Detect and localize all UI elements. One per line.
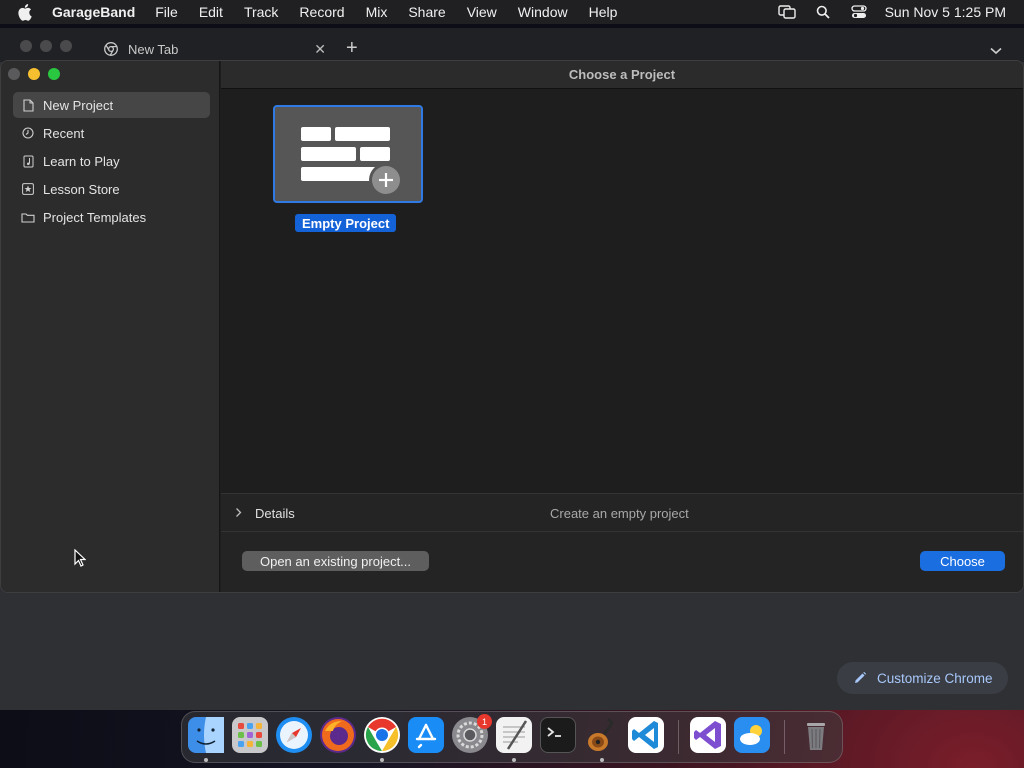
weather-icon[interactable] (734, 717, 770, 753)
menu-bar: GarageBand File Edit Track Record Mix Sh… (0, 0, 1024, 24)
browser-close-icon[interactable] (20, 40, 32, 52)
visual-studio-icon[interactable] (690, 717, 726, 753)
garageband-icon[interactable] (584, 717, 620, 753)
menu-bar-clock[interactable]: Sun Nov 5 1:25 PM (885, 4, 1006, 20)
folder-icon (21, 210, 35, 224)
mouse-cursor-icon (74, 548, 87, 572)
vscode-icon[interactable] (628, 717, 664, 753)
menu-file[interactable]: File (155, 4, 178, 20)
chrome-running-indicator (380, 758, 384, 762)
menu-share[interactable]: Share (408, 4, 445, 20)
disclosure-chevron-icon[interactable] (235, 506, 242, 521)
browser-zoom-icon[interactable] (60, 40, 72, 52)
trash-icon[interactable] (798, 717, 834, 753)
clock-icon (21, 126, 35, 140)
details-bar: Details Create an empty project (221, 493, 1023, 532)
empty-project-tile[interactable] (273, 105, 423, 203)
sidebar-item-label: Project Templates (43, 209, 147, 225)
sidebar-item-label: Lesson Store (43, 181, 120, 197)
project-grid: Empty Project (221, 90, 1023, 493)
sidebar-item-learn-to-play[interactable]: Learn to Play (13, 148, 210, 174)
control-center-icon[interactable] (849, 4, 869, 20)
window-zoom-icon[interactable] (48, 68, 60, 80)
project-sidebar: New Project Recent Learn to Play Lesson … (1, 61, 220, 592)
dialog-title: Choose a Project (221, 61, 1023, 89)
tab-search-chevron-icon[interactable] (990, 42, 1002, 60)
sidebar-item-label: New Project (43, 97, 114, 113)
screen-mirroring-icon[interactable] (777, 4, 797, 20)
document-icon (21, 98, 35, 112)
dock-separator (784, 720, 785, 754)
menu-help[interactable]: Help (589, 4, 618, 20)
chrome-favicon-icon (104, 42, 118, 56)
customize-chrome-label: Customize Chrome (877, 670, 993, 686)
empty-project-thumbnail-icon (301, 127, 403, 197)
dock-separator (678, 720, 679, 754)
sidebar-item-label: Learn to Play (43, 153, 120, 169)
browser-tab-strip: New Tab ✕ + (0, 28, 1024, 62)
safari-icon[interactable] (276, 717, 312, 753)
sidebar-item-new-project[interactable]: New Project (13, 92, 210, 118)
customize-chrome-button[interactable]: Customize Chrome (837, 662, 1008, 694)
textedit-icon[interactable] (496, 717, 532, 753)
finder-icon[interactable] (188, 717, 224, 753)
settings-notification-badge: 1 (477, 714, 492, 729)
app-store-icon[interactable] (408, 717, 444, 753)
window-close-icon[interactable] (8, 68, 20, 80)
terminal-icon[interactable] (540, 717, 576, 753)
apple-menu-icon[interactable] (18, 3, 38, 21)
menu-track[interactable]: Track (244, 4, 278, 20)
menu-edit[interactable]: Edit (199, 4, 223, 20)
dialog-footer: Open an existing project... Choose (221, 532, 1023, 592)
pencil-icon (853, 671, 867, 685)
tab-close-icon[interactable]: ✕ (314, 41, 326, 58)
choose-button[interactable]: Choose (920, 551, 1005, 571)
menu-view[interactable]: View (467, 4, 497, 20)
app-menu[interactable]: GarageBand (52, 4, 135, 20)
dock: 1 (181, 711, 843, 763)
sidebar-item-label: Recent (43, 125, 85, 141)
star-icon (21, 182, 35, 196)
browser-minimize-icon[interactable] (40, 40, 52, 52)
firefox-icon[interactable] (320, 717, 356, 753)
finder-running-indicator (204, 758, 208, 762)
chrome-icon[interactable] (364, 717, 400, 753)
music-note-icon (21, 154, 35, 168)
garageband-project-chooser: New Project Recent Learn to Play Lesson … (0, 60, 1024, 593)
sidebar-item-lesson-store[interactable]: Lesson Store (13, 176, 210, 202)
sidebar-item-recent[interactable]: Recent (13, 120, 210, 146)
launchpad-icon[interactable] (232, 717, 268, 753)
browser-tab-title: New Tab (128, 41, 179, 57)
empty-project-label[interactable]: Empty Project (295, 214, 397, 232)
menu-window[interactable]: Window (518, 4, 568, 20)
details-toggle[interactable]: Details (255, 506, 295, 521)
garageband-running-indicator (600, 758, 604, 762)
open-existing-project-button[interactable]: Open an existing project... (242, 551, 429, 571)
menu-record[interactable]: Record (299, 4, 344, 20)
spotlight-search-icon[interactable] (813, 4, 833, 20)
menu-mix[interactable]: Mix (366, 4, 388, 20)
sidebar-item-project-templates[interactable]: Project Templates (13, 204, 210, 230)
dialog-title-text: Choose a Project (568, 67, 676, 82)
browser-tab[interactable]: New Tab ✕ (96, 36, 332, 62)
details-description: Create an empty project (550, 506, 689, 521)
window-minimize-icon[interactable] (28, 68, 40, 80)
new-tab-icon[interactable]: + (346, 38, 358, 58)
textedit-running-indicator (512, 758, 516, 762)
